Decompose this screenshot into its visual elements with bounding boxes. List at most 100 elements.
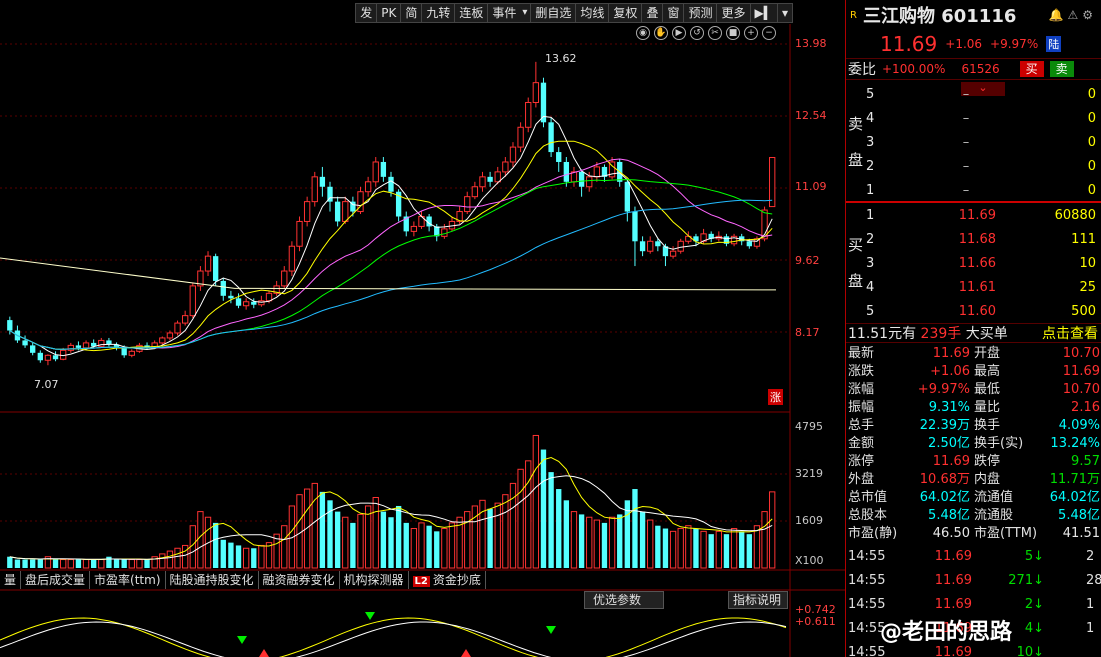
tab-bottom-fishing[interactable]: L2 资金抄底: [409, 571, 486, 589]
candle-body: [37, 352, 43, 361]
volume-bar: [685, 525, 692, 569]
alert-icon[interactable]: ⚠: [1067, 8, 1082, 22]
book-level: 5: [866, 87, 875, 102]
ma-line: [9, 199, 773, 350]
tick-count: 1: [1086, 621, 1095, 636]
indicator-help-button[interactable]: 指标说明: [728, 591, 788, 609]
stat-label: 跌停: [974, 454, 1001, 469]
optimize-params-button[interactable]: 优选参数: [584, 591, 664, 609]
ma-line: [9, 115, 773, 357]
volume-bar: [410, 528, 418, 569]
stat-value: +1.06: [930, 364, 970, 379]
sell-button[interactable]: 卖: [1049, 61, 1074, 77]
volume-bar: [52, 559, 59, 568]
book-price: 11.68: [958, 232, 996, 247]
volume-bar: [753, 525, 761, 569]
volume-bar: [617, 514, 623, 568]
book-row: 5 – 0: [866, 83, 1098, 107]
volume-bar: [258, 544, 265, 569]
tick-volume: 271↓: [1008, 573, 1044, 588]
candle-body: [380, 161, 387, 177]
candle-body: [181, 315, 189, 324]
volume-tick: 1609: [795, 514, 823, 527]
candle-body: [342, 201, 349, 222]
book-row: 1 11.69 60880: [866, 204, 1098, 228]
tab-margin-change[interactable]: 融资融券变化: [259, 571, 340, 589]
tab-after-hours-volume[interactable]: 盘后成交量: [21, 571, 91, 589]
stat-row: 金额 2.50亿 换手(实) 13.24%: [848, 435, 1100, 453]
watermark: @老田的思路: [880, 620, 1013, 645]
tick-volume: 5↓: [1024, 549, 1044, 564]
tab-institution-detector[interactable]: 机构探测器: [340, 571, 409, 589]
volume-bar: [357, 513, 364, 569]
tab-volume[interactable]: 量: [0, 571, 22, 589]
volume-bar: [67, 559, 74, 569]
kline-svg[interactable]: [0, 0, 845, 657]
book-row: 1 – 0: [866, 179, 1098, 203]
book-divider: [846, 201, 1101, 203]
book-volume: 60880: [1054, 208, 1096, 223]
book-volume: 0: [1087, 111, 1096, 126]
buy-button[interactable]: 买: [1019, 61, 1044, 77]
sell-book: 卖 盘 5 – 0 4 – 0 3 – 0 2 – 0 1 – 0: [846, 83, 1101, 203]
volume-bar: [570, 511, 578, 569]
volume-bar: [502, 494, 509, 569]
candle-body: [204, 255, 212, 272]
stat-label: 最低: [974, 382, 1001, 397]
stat-value: 11.71万: [1049, 472, 1100, 487]
candle-body: [525, 101, 532, 128]
gear-icon[interactable]: ⚙: [1082, 8, 1097, 22]
candle-body: [212, 256, 219, 281]
volume-bar: [319, 491, 326, 568]
volume-bar: [441, 528, 448, 569]
stat-label: 流通值: [974, 490, 1014, 505]
high-price-label: 13.62: [545, 52, 577, 65]
big-order-link[interactable]: 点击查看: [1042, 324, 1098, 344]
tab-pe-ttm[interactable]: 市盈率(ttm): [90, 571, 166, 589]
kline-chart-area[interactable]: 发 PK 简 九转 连板 事件 删自选 均线 复权 叠 窗 预测 更多 ▶▍ ▾…: [0, 0, 845, 657]
stat-row: 涨停 11.69 跌停 9.57: [848, 453, 1100, 471]
candle-body: [166, 332, 174, 339]
tab-northbound-holding[interactable]: 陆股通持股变化: [166, 571, 259, 589]
volume-bar: [662, 528, 669, 568]
volume-bar: [181, 544, 189, 569]
volume-bar: [98, 559, 105, 569]
volume-bar: [136, 559, 143, 569]
volume-bar: [593, 519, 601, 569]
book-level: 3: [866, 256, 875, 271]
book-volume: 0: [1087, 159, 1096, 174]
candle-body: [471, 186, 479, 198]
volume-bar: [532, 434, 540, 569]
volume-bar: [30, 559, 36, 568]
stat-value: 4.09%: [1058, 418, 1100, 433]
candle-body: [174, 322, 181, 334]
tab-bottom-fishing-label: 资金抄底: [432, 573, 481, 587]
book-volume: 111: [1071, 232, 1096, 247]
candle-body: [578, 171, 585, 187]
tick-price: 11.69: [934, 549, 972, 564]
buy-signal-arrow: [259, 649, 269, 657]
volume-bar: [174, 547, 181, 569]
stat-row: 市盈(静) 46.50 市盈(TTM) 41.51: [848, 525, 1100, 543]
book-level: 1: [866, 183, 875, 198]
book-price: –: [962, 87, 970, 102]
tick-count: 2: [1086, 549, 1095, 564]
ma-line-long: [0, 257, 777, 291]
volume-bar: [7, 556, 13, 568]
buy-book: 买 盘 1 11.69 60880 2 11.68 111 3 11.66 10 4 11.61 25…: [846, 204, 1101, 324]
book-volume: 10: [1079, 256, 1096, 271]
candle-body: [220, 280, 226, 296]
stat-label: 总手: [848, 418, 875, 433]
volume-bar: [281, 525, 288, 569]
tick-time: 14:55: [848, 573, 886, 588]
volume-bar: [563, 500, 570, 568]
volume-bar: [464, 511, 471, 569]
candle-body: [494, 171, 501, 183]
book-level: 4: [866, 280, 875, 295]
volume-bar: [14, 559, 21, 568]
sell-book-label-2: 盘: [848, 151, 864, 169]
book-price: 11.60: [958, 304, 996, 319]
candle-body: [556, 152, 562, 162]
bell-icon[interactable]: 🔔: [1049, 8, 1068, 22]
volume-bar: [608, 516, 616, 569]
